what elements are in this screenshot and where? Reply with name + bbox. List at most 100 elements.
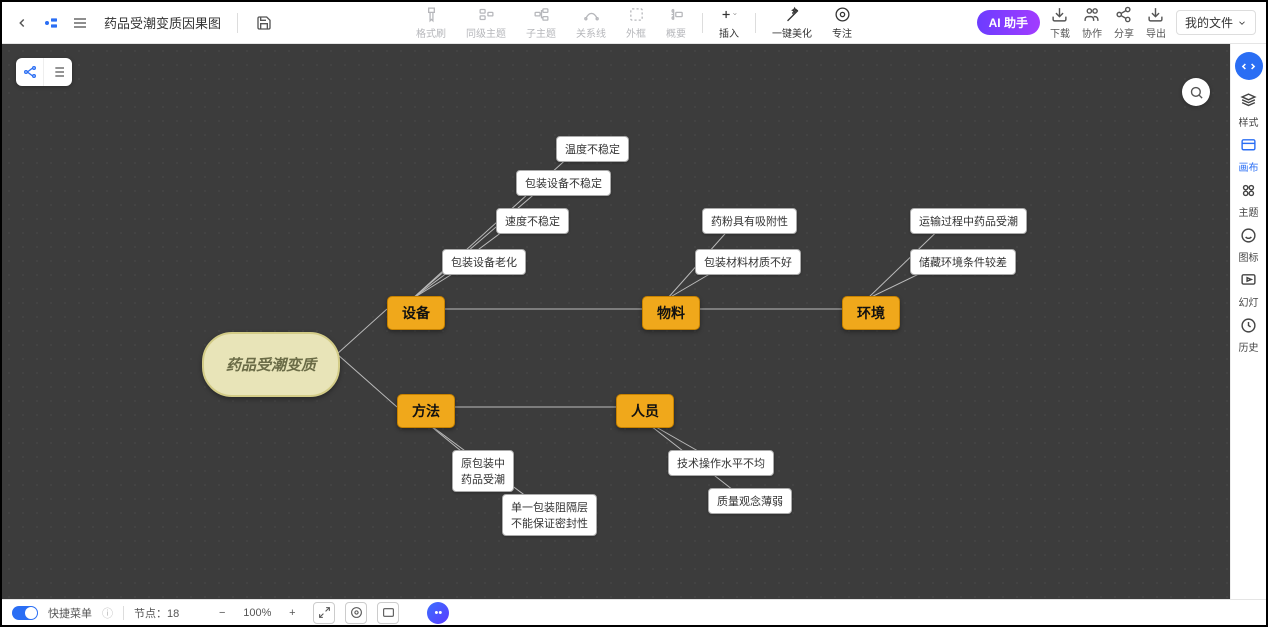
category-node-equipment[interactable]: 设备: [387, 296, 445, 330]
toolbar-focus[interactable]: 专注: [822, 3, 862, 42]
toolbar-export[interactable]: 导出: [1146, 6, 1166, 40]
relation-icon: [582, 5, 600, 23]
canvas-icon: [1240, 137, 1257, 157]
slide-icon: [1240, 272, 1257, 292]
rail-icon[interactable]: 图标: [1239, 223, 1259, 268]
leaf-node[interactable]: 储藏环境条件较差: [910, 249, 1016, 275]
peer-icon: [477, 5, 495, 23]
toolbar-label: 格式刷: [416, 25, 446, 40]
rail-theme[interactable]: 主题: [1239, 178, 1259, 223]
help-icon[interactable]: ⓘ: [102, 605, 113, 621]
minimap-button[interactable]: [377, 602, 399, 624]
leaf-node[interactable]: 运输过程中药品受潮: [910, 208, 1027, 234]
my-files-label: 我的文件: [1185, 14, 1233, 31]
quick-menu-label: 快捷菜单: [48, 605, 92, 621]
category-node-personnel[interactable]: 人员: [616, 394, 674, 428]
toolbar-collab[interactable]: 协作: [1082, 6, 1102, 40]
frame-icon: [627, 5, 645, 23]
rail-label: 图标: [1239, 249, 1259, 264]
leaf-node[interactable]: 单一包装阻隔层 不能保证密封性: [502, 494, 597, 536]
toolbar-share[interactable]: 分享: [1114, 6, 1134, 40]
child-icon: [532, 5, 550, 23]
ai-assistant-button[interactable]: AI 助手: [977, 10, 1040, 35]
category-node-environment[interactable]: 环境: [842, 296, 900, 330]
bottom-bar: 快捷菜单 ⓘ 节点：18 − 100% + ••: [2, 599, 1266, 625]
save-icon[interactable]: [254, 13, 274, 33]
rail-label: 画布: [1239, 159, 1259, 174]
rail-label: 主题: [1239, 204, 1259, 219]
divider: [237, 13, 238, 33]
assistant-robot-icon[interactable]: ••: [427, 602, 449, 624]
toolbar-label: 子主题: [526, 25, 556, 40]
toolbar-child[interactable]: 子主题: [516, 3, 566, 42]
toolbar-label: 概要: [666, 25, 686, 40]
root-node[interactable]: 药品受潮变质: [202, 332, 340, 397]
canvas-grid: [2, 44, 1230, 599]
toolbar-format[interactable]: 格式刷: [406, 3, 456, 42]
mindmap-view-icon[interactable]: [16, 58, 44, 86]
toolbar-label: 一键美化: [772, 25, 812, 40]
rail-label: 幻灯: [1239, 294, 1259, 309]
beautify-icon: [783, 5, 801, 23]
leaf-node[interactable]: 速度不稳定: [496, 208, 569, 234]
toolbar-insert[interactable]: 插入: [709, 3, 749, 42]
back-icon[interactable]: [12, 13, 32, 33]
rail-label: 历史: [1239, 339, 1259, 354]
leaf-node[interactable]: 原包装中 药品受潮: [452, 450, 514, 492]
canvas[interactable]: 药品受潮变质 设备 物料 环境 方法 人员 温度不稳定 包装设备不稳定 速度不稳…: [2, 44, 1230, 599]
leaf-node[interactable]: 包装设备不稳定: [516, 170, 611, 196]
focus-icon: [833, 5, 851, 23]
toolbar-frame[interactable]: 外框: [616, 3, 656, 42]
toolbar-download[interactable]: 下载: [1050, 6, 1070, 40]
my-files-button[interactable]: 我的文件: [1176, 10, 1256, 35]
toolbar-label: 同级主题: [466, 25, 506, 40]
quick-menu-toggle[interactable]: [12, 606, 38, 620]
leaf-node[interactable]: 温度不稳定: [556, 136, 629, 162]
app-logo-icon: [42, 14, 60, 32]
category-node-method[interactable]: 方法: [397, 394, 455, 428]
document-title[interactable]: 药品受潮变质因果图: [104, 13, 221, 32]
icon-icon: [1240, 227, 1257, 247]
leaf-node[interactable]: 药粉具有吸附性: [702, 208, 797, 234]
menu-icon[interactable]: [70, 13, 90, 33]
rail-canvas[interactable]: 画布: [1239, 133, 1259, 178]
leaf-node[interactable]: 技术操作水平不均: [668, 450, 774, 476]
zoom-level[interactable]: 100%: [243, 607, 271, 619]
toolbar-beautify[interactable]: 一键美化: [762, 3, 822, 42]
toolbar-relation[interactable]: 关系线: [566, 3, 616, 42]
history-icon: [1240, 317, 1257, 337]
share-icon: [1115, 6, 1133, 24]
node-count: 节点：18: [134, 605, 179, 621]
toolbar-label: 协作: [1082, 25, 1102, 40]
style-icon: [1240, 92, 1257, 112]
zoom-in-button[interactable]: +: [281, 602, 303, 624]
toolbar-label: 下载: [1050, 25, 1070, 40]
locate-button[interactable]: [345, 602, 367, 624]
top-toolbar: 药品受潮变质因果图 格式刷 同级主题 子主题 关系线 外框 概要 插入 一键美化 专注 AI 助…: [2, 2, 1266, 44]
toolbar-label: 插入: [719, 25, 739, 40]
toolbar-label: 导出: [1146, 25, 1166, 40]
rail-swap-icon[interactable]: [1235, 52, 1263, 80]
rail-slide[interactable]: 幻灯: [1239, 268, 1259, 313]
toolbar-label: 外框: [626, 25, 646, 40]
collab-icon: [1083, 6, 1101, 24]
leaf-node[interactable]: 包装设备老化: [442, 249, 526, 275]
toolbar-label: 关系线: [576, 25, 606, 40]
toolbar-label: 分享: [1114, 25, 1134, 40]
rail-label: 样式: [1239, 114, 1259, 129]
export-icon: [1147, 6, 1165, 24]
outline-view-icon[interactable]: [44, 58, 72, 86]
fit-screen-button[interactable]: [313, 602, 335, 624]
leaf-node[interactable]: 包装材料材质不好: [695, 249, 801, 275]
toolbar-peer[interactable]: 同级主题: [456, 3, 516, 42]
leaf-node[interactable]: 质量观念薄弱: [708, 488, 792, 514]
rail-history[interactable]: 历史: [1239, 313, 1259, 358]
rail-style[interactable]: 样式: [1239, 88, 1259, 133]
canvas-view-toggle: [16, 58, 72, 86]
toolbar-summary[interactable]: 概要: [656, 3, 696, 42]
zoom-out-button[interactable]: −: [211, 602, 233, 624]
toolbar-label: 专注: [832, 25, 852, 40]
search-button[interactable]: [1182, 78, 1210, 106]
category-node-material[interactable]: 物料: [642, 296, 700, 330]
theme-icon: [1240, 182, 1257, 202]
